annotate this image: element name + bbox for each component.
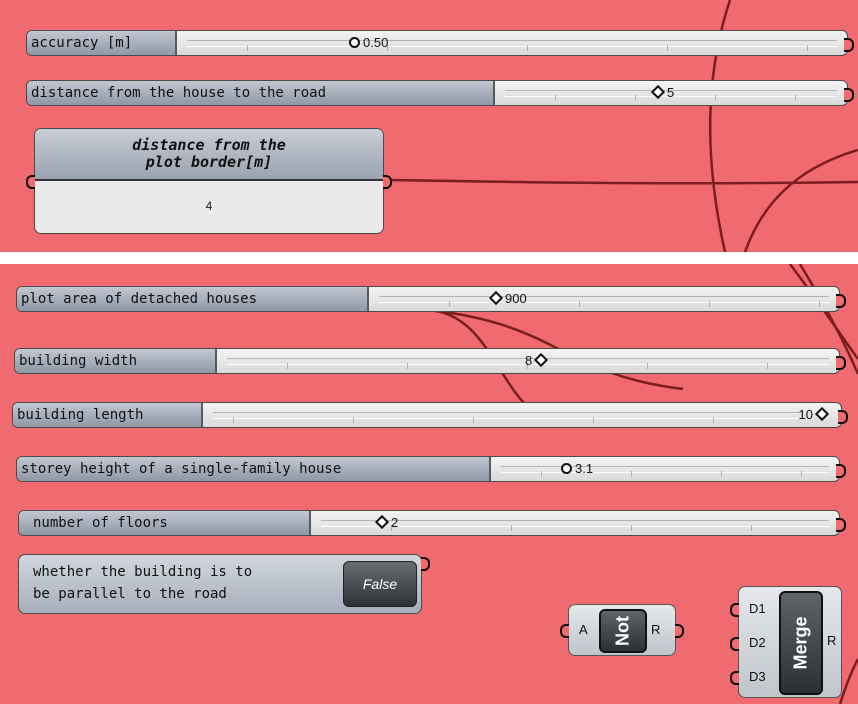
slider-label: building width [15,349,217,373]
input-grip[interactable] [560,624,569,638]
input-grip-d2[interactable] [730,637,739,651]
distance-road-slider[interactable]: distance from the house to the road 5 [26,80,854,106]
output-grip[interactable] [675,624,684,638]
panel-value[interactable]: 4 [35,183,383,233]
input-grip-d3[interactable] [730,671,739,685]
canvas-bottom: plot area of detached houses 900 buildin… [0,264,858,704]
output-grip[interactable] [836,356,846,370]
wires-bottom [427,264,858,704]
diamond-icon [650,84,666,100]
boolean-toggle[interactable]: whether the building is to be parallel t… [18,554,430,614]
circle-icon [561,463,572,474]
input-d3-label: D3 [749,669,766,684]
slider-value[interactable]: 900 [487,287,527,311]
circle-icon [349,37,360,48]
diamond-icon [814,406,830,422]
slider-label: distance from the house to the road [27,81,495,105]
building-length-slider[interactable]: building length 10 [12,402,848,428]
output-grip[interactable] [844,38,854,52]
input-grip-d1[interactable] [730,603,739,617]
slider-value[interactable]: 0.50 [349,31,388,55]
slider-value[interactable]: 8 [525,349,550,373]
output-grip[interactable] [836,294,846,308]
accuracy-slider[interactable]: accuracy [m] 0.50 [26,30,854,56]
slider-value[interactable]: 3.1 [561,457,593,481]
slider-track[interactable] [379,296,829,307]
panel-plot-border[interactable]: distance from the plot border[m] 4 [26,128,392,234]
output-r-label: R [827,633,837,648]
not-core: Not [599,609,647,653]
output-grip[interactable] [421,557,430,571]
wire [838,658,858,704]
output-grip[interactable] [383,175,392,189]
input-d2-label: D2 [749,635,766,650]
output-grip[interactable] [836,518,846,532]
diamond-icon [534,352,549,368]
slider-value[interactable]: 5 [649,81,674,105]
slider-label: storey height of a single-family house [17,457,491,481]
merge-core: Merge [779,591,823,695]
slider-value[interactable]: 2 [373,511,398,535]
slider-track[interactable] [213,412,801,423]
slider-value[interactable]: 10 [799,403,831,427]
diamond-icon [488,290,504,306]
output-grip[interactable] [836,464,846,478]
plot-area-slider[interactable]: plot area of detached houses 900 [16,286,846,312]
slider-label: plot area of detached houses [17,287,369,311]
toggle-label: whether the building is to be parallel t… [33,564,253,602]
number-floors-slider[interactable]: number of floors 2 [18,510,846,536]
storey-height-slider[interactable]: storey height of a single-family house 3… [16,456,846,482]
slider-label: building length [13,403,203,427]
canvas-top: accuracy [m] 0.50 distance from the hous… [0,0,858,252]
input-grip[interactable] [26,175,35,189]
output-grip[interactable] [844,88,854,102]
output-grip[interactable] [838,410,848,424]
wire [389,178,858,185]
wire [743,148,858,252]
diamond-icon [374,514,390,530]
building-width-slider[interactable]: building width 8 [14,348,846,374]
slider-track[interactable] [501,466,829,477]
not-component[interactable]: A Not R [560,604,684,656]
panel-title: distance from the plot border[m] [35,129,383,181]
slider-label: number of floors [19,511,311,535]
slider-label: accuracy [m] [27,31,177,55]
output-r-label: R [651,622,661,637]
toggle-button[interactable]: False [343,561,417,607]
merge-component[interactable]: D1 D2 D3 Merge R [730,586,842,698]
input-d1-label: D1 [749,601,766,616]
slider-track[interactable] [187,40,837,51]
input-a-label: A [579,622,588,637]
